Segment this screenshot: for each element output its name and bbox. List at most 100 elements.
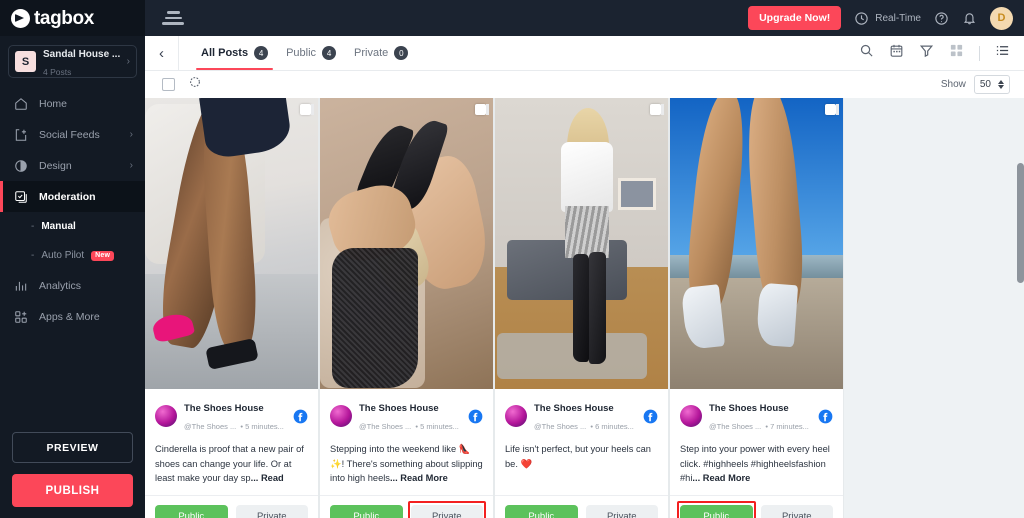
sidebar-subitem-label: Manual bbox=[41, 221, 76, 232]
posts-grid-area: The Shoes House @The Shoes ... • 5 minut… bbox=[145, 98, 1024, 518]
sidebar-nav: Home Social Feeds › Design › Moderation … bbox=[0, 88, 145, 332]
post-author-block: The Shoes House @The Shoes ... • 7 minut… bbox=[709, 398, 818, 434]
post-header: The Shoes House @The Shoes ... • 7 minut… bbox=[680, 398, 833, 434]
social-feeds-icon bbox=[14, 128, 28, 142]
preview-button[interactable]: PREVIEW bbox=[12, 432, 133, 463]
vertical-scrollbar[interactable] bbox=[1017, 98, 1024, 518]
stepper-icon bbox=[998, 80, 1004, 89]
tab-bar-icons bbox=[859, 43, 1010, 63]
post-body: The Shoes House @The Shoes ... • 6 minut… bbox=[495, 389, 668, 486]
show-value: 50 bbox=[979, 79, 991, 90]
divider bbox=[979, 45, 980, 61]
sidebar-item-moderation[interactable]: Moderation bbox=[0, 181, 145, 212]
main-area: Upgrade Now! Real-Time D ‹ All Posts 4 P… bbox=[145, 0, 1024, 518]
publish-button[interactable]: PUBLISH bbox=[12, 474, 133, 507]
post-media[interactable] bbox=[320, 98, 493, 389]
public-button[interactable]: Public bbox=[155, 505, 228, 518]
real-time-toggle[interactable]: Real-Time bbox=[854, 11, 921, 26]
sidebar-item-apps-more[interactable]: Apps & More bbox=[0, 301, 145, 332]
list-view-icon[interactable] bbox=[995, 43, 1010, 63]
private-button[interactable]: Private bbox=[760, 505, 833, 518]
tab-private[interactable]: Private 0 bbox=[345, 36, 417, 70]
post-author-block: The Shoes House @The Shoes ... • 6 minut… bbox=[534, 398, 643, 434]
avatar bbox=[505, 405, 527, 427]
tab-label: All Posts bbox=[201, 47, 249, 59]
upgrade-now-button[interactable]: Upgrade Now! bbox=[748, 6, 842, 30]
dash-icon: - bbox=[31, 250, 35, 261]
sidebar-item-design[interactable]: Design › bbox=[0, 150, 145, 181]
read-more-link[interactable]: ... Read More bbox=[390, 473, 448, 483]
filter-icon[interactable] bbox=[919, 43, 934, 63]
post-text: Stepping into the weekend like 👠✨! There… bbox=[330, 444, 483, 483]
private-button[interactable]: Private bbox=[235, 505, 308, 518]
post-select-checkbox[interactable] bbox=[475, 104, 489, 115]
post-author-block: The Shoes House @The Shoes ... • 5 minut… bbox=[359, 398, 468, 434]
chevron-right-icon: › bbox=[126, 56, 130, 67]
post-select-checkbox[interactable] bbox=[825, 104, 839, 115]
show-select[interactable]: 50 bbox=[973, 75, 1010, 94]
brand-logo[interactable]: tagbox bbox=[0, 0, 145, 36]
sidebar-item-label: Moderation bbox=[39, 190, 96, 203]
help-icon[interactable] bbox=[934, 11, 949, 26]
back-button[interactable]: ‹ bbox=[145, 36, 179, 70]
post-select-checkbox[interactable] bbox=[650, 104, 664, 115]
notifications-bell-icon[interactable] bbox=[962, 11, 977, 26]
workspace-avatar: S bbox=[15, 51, 36, 72]
show-label: Show bbox=[940, 79, 966, 90]
hamburger-menu-icon[interactable] bbox=[162, 11, 184, 25]
post-media[interactable] bbox=[670, 98, 843, 389]
post-author: The Shoes House bbox=[534, 403, 614, 414]
user-avatar[interactable]: D bbox=[990, 6, 1013, 30]
post-media[interactable] bbox=[145, 98, 318, 389]
post-author: The Shoes House bbox=[184, 403, 264, 414]
public-button[interactable]: Public bbox=[505, 505, 578, 518]
calendar-icon[interactable] bbox=[889, 43, 904, 63]
sidebar-actions: PREVIEW PUBLISH bbox=[0, 432, 145, 518]
refresh-icon[interactable] bbox=[188, 75, 202, 94]
sidebar-subitem-manual[interactable]: - Manual bbox=[0, 212, 145, 241]
tab-all-posts[interactable]: All Posts 4 bbox=[192, 36, 277, 70]
scrollbar-thumb[interactable] bbox=[1017, 163, 1024, 283]
moderation-icon bbox=[14, 190, 28, 204]
sidebar-item-analytics[interactable]: Analytics bbox=[0, 270, 145, 301]
post-text: Life isn't perfect, but your heels can b… bbox=[505, 444, 651, 469]
post-text: Cinderella is proof that a new pair of s… bbox=[155, 442, 308, 486]
public-button[interactable]: Public bbox=[677, 501, 755, 518]
post-visibility-controls: Public Private bbox=[670, 495, 843, 518]
private-button[interactable]: Private bbox=[407, 501, 486, 518]
post-image bbox=[670, 98, 843, 389]
post-card: The Shoes House @The Shoes ... • 7 minut… bbox=[670, 98, 843, 518]
post-author-block: The Shoes House @The Shoes ... • 5 minut… bbox=[184, 398, 293, 434]
grid-view-icon[interactable] bbox=[949, 43, 964, 63]
post-header: The Shoes House @The Shoes ... • 6 minut… bbox=[505, 398, 658, 434]
post-author: The Shoes House bbox=[359, 403, 439, 414]
post-meta: @The Shoes ... • 7 minutes... bbox=[709, 422, 809, 431]
post-media[interactable] bbox=[495, 98, 668, 389]
sidebar-item-home[interactable]: Home bbox=[0, 88, 145, 119]
top-bar: Upgrade Now! Real-Time D bbox=[145, 0, 1024, 36]
post-image bbox=[320, 98, 493, 389]
workspace-meta: Sandal House ... 4 Posts bbox=[43, 44, 125, 80]
show-count-control: Show 50 bbox=[941, 75, 1010, 94]
workspace-selector[interactable]: S Sandal House ... 4 Posts › bbox=[8, 45, 137, 78]
public-button[interactable]: Public bbox=[330, 505, 403, 518]
tab-list: All Posts 4 Public 4 Private 0 bbox=[192, 36, 417, 70]
post-select-checkbox[interactable] bbox=[300, 104, 314, 115]
facebook-icon bbox=[818, 409, 833, 424]
private-button[interactable]: Private bbox=[585, 505, 658, 518]
sidebar-item-label: Apps & More bbox=[39, 310, 100, 323]
post-author: The Shoes House bbox=[709, 403, 789, 414]
select-all-checkbox[interactable] bbox=[162, 78, 175, 91]
tab-public[interactable]: Public 4 bbox=[277, 36, 345, 70]
read-more-link[interactable]: ... Read More bbox=[692, 473, 750, 483]
search-icon[interactable] bbox=[859, 43, 874, 63]
sidebar-subitem-auto-pilot[interactable]: - Auto Pilot New bbox=[0, 241, 145, 270]
clock-icon bbox=[854, 11, 869, 26]
post-image bbox=[495, 98, 668, 389]
post-visibility-controls: Public Private bbox=[320, 495, 493, 518]
post-body: The Shoes House @The Shoes ... • 5 minut… bbox=[320, 389, 493, 486]
new-badge: New bbox=[91, 250, 115, 261]
avatar bbox=[330, 405, 352, 427]
analytics-icon bbox=[14, 279, 28, 293]
sidebar-item-social-feeds[interactable]: Social Feeds › bbox=[0, 119, 145, 150]
